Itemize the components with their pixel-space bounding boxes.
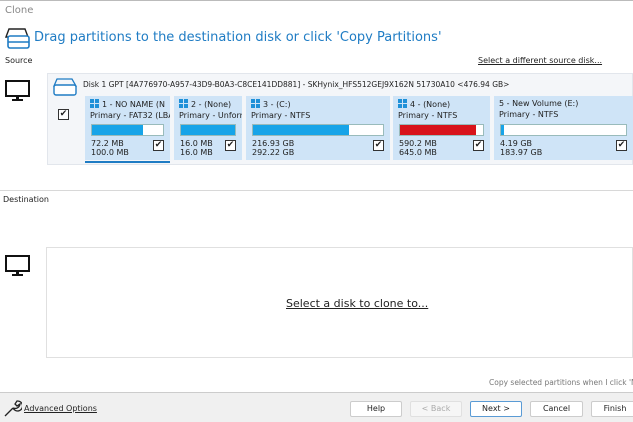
disk-select-checkbox[interactable]: ✔	[58, 109, 69, 120]
instruction-heading: Drag partitions to the destination disk …	[34, 30, 442, 45]
partition-checkbox[interactable]: ✔	[616, 140, 627, 151]
advanced-options-link[interactable]: Advanced Options	[24, 404, 97, 413]
partition-name-text: 1 - NO NAME (N	[102, 100, 165, 109]
partition-used: 4.19 GB	[500, 139, 533, 148]
partition-name: 4 - (None)	[398, 99, 485, 109]
windows-icon	[398, 99, 407, 108]
partition-total: 183.97 GB	[500, 148, 543, 157]
destination-label: Destination	[3, 195, 49, 204]
partition-2[interactable]: 2 - (None) Primary - Unformatted 16.0 MB…	[174, 96, 242, 160]
partition-checkbox[interactable]: ✔	[473, 140, 484, 151]
partition-checkbox[interactable]: ✔	[153, 140, 164, 151]
partition-total: 16.0 MB	[180, 148, 213, 157]
partition-name: 5 - New Volume (E:)	[499, 99, 628, 108]
partition-1[interactable]: 1 - NO NAME (N Primary - FAT32 (LBA) 72.…	[85, 96, 170, 160]
partition-type: Primary - NTFS	[398, 111, 458, 120]
help-button[interactable]: Help	[350, 401, 402, 417]
back-button[interactable]: < Back	[410, 401, 462, 417]
finish-button[interactable]: Finish	[591, 401, 633, 417]
partition-type: Primary - FAT32 (LBA)	[90, 111, 170, 120]
windows-icon	[251, 99, 260, 108]
window-border	[0, 0, 633, 1]
disk-icon	[53, 78, 77, 96]
partition-name-text: 3 - (C:)	[263, 100, 291, 109]
select-destination-link[interactable]: Select a disk to clone to...	[286, 297, 428, 310]
window-title: Clone	[5, 5, 34, 16]
partition-usage-bar	[399, 124, 484, 136]
partition-name: 1 - NO NAME (N	[90, 99, 165, 109]
source-label: Source	[5, 56, 33, 65]
partition-usage-bar	[500, 124, 627, 136]
partition-name-text: 5 - New Volume (E:)	[499, 99, 579, 108]
partition-used: 16.0 MB	[180, 139, 213, 148]
partition-name-text: 2 - (None)	[191, 100, 232, 109]
partition-usage-bar	[180, 124, 236, 136]
windows-icon	[179, 99, 188, 108]
select-source-disk-link[interactable]: Select a different source disk...	[478, 56, 602, 65]
source-disk-label: Disk 1 GPT [4A776970-A957-43D9-B0A3-C8CE…	[83, 80, 510, 89]
partition-4[interactable]: 4 - (None) Primary - NTFS 590.2 MB 645.0…	[393, 96, 490, 160]
wrench-icon	[4, 400, 22, 417]
partition-type: Primary - Unformatted	[179, 111, 242, 120]
computer-icon	[5, 80, 30, 101]
windows-icon	[90, 99, 99, 108]
partition-type: Primary - NTFS	[251, 111, 311, 120]
copy-note: Copy selected partitions when I click 'N…	[489, 378, 633, 387]
disk-header-icon	[5, 28, 30, 49]
partition-checkbox[interactable]: ✔	[225, 140, 236, 151]
partition-used: 590.2 MB	[399, 139, 437, 148]
destination-computer-icon	[5, 255, 30, 276]
partition-name: 2 - (None)	[179, 99, 237, 109]
partition-usage-bar	[252, 124, 384, 136]
partition-name: 3 - (C:)	[251, 99, 385, 109]
partition-total: 645.0 MB	[399, 148, 437, 157]
partition-3[interactable]: 3 - (C:) Primary - NTFS 216.93 GB 292.22…	[246, 96, 390, 160]
partition-checkbox[interactable]: ✔	[373, 140, 384, 151]
partition-total: 100.0 MB	[91, 148, 129, 157]
partition-used: 216.93 GB	[252, 139, 295, 148]
partition-used: 72.2 MB	[91, 139, 124, 148]
partition-type: Primary - NTFS	[499, 110, 559, 119]
cancel-button[interactable]: Cancel	[530, 401, 583, 417]
divider	[0, 190, 633, 191]
partition-name-text: 4 - (None)	[410, 100, 451, 109]
partition-usage-bar	[91, 124, 164, 136]
selected-partition-indicator	[85, 161, 170, 163]
partition-5[interactable]: 5 - New Volume (E:) Primary - NTFS 4.19 …	[494, 96, 633, 160]
next-button[interactable]: Next >	[470, 401, 522, 417]
partition-total: 292.22 GB	[252, 148, 295, 157]
